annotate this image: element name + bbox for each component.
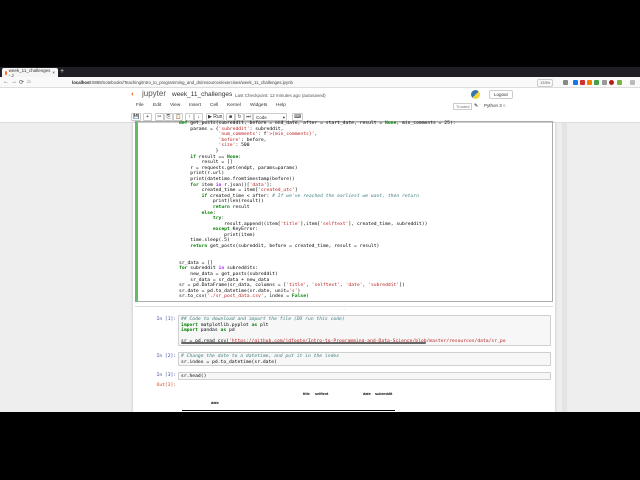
extension-icon[interactable] xyxy=(609,80,614,85)
code-editor[interactable]: def get_posts(subreddit, before = end_da… xyxy=(179,121,456,300)
url-host: localhost xyxy=(72,80,91,85)
restart-button[interactable]: ↻ xyxy=(235,113,244,121)
code-input[interactable]: sr.head() xyxy=(178,372,551,380)
chevron-down-icon: ▾ xyxy=(282,115,285,120)
url-bar[interactable]: localhost:8888/notebooks/Teaching/Intro_… xyxy=(72,79,492,86)
edit-pencil-icon[interactable]: ✎ xyxy=(474,103,478,109)
restart-run-all-button[interactable]: ⏭ xyxy=(244,113,253,121)
close-tab-icon[interactable]: × xyxy=(52,70,55,75)
cut-button[interactable]: ✂ xyxy=(155,113,164,121)
input-prompt: In [2]: xyxy=(156,354,176,359)
column-header-date: date xyxy=(363,392,371,396)
move-up-button[interactable]: ↑ xyxy=(185,113,194,121)
paste-button[interactable]: 📋 xyxy=(173,113,184,121)
home-button[interactable]: ⌂ xyxy=(27,79,31,85)
copy-button[interactable]: ⎘ xyxy=(164,113,173,121)
menu-file[interactable]: File xyxy=(136,103,144,108)
extension-icon[interactable] xyxy=(594,80,599,85)
move-down-button[interactable]: ↓ xyxy=(194,113,203,121)
output-prompt: Out[3]: xyxy=(156,383,176,388)
code-cell-selected[interactable]: def get_posts(subreddit, before = end_da… xyxy=(135,121,553,302)
code-cell-1[interactable]: In [1]: ## Code to download and import t… xyxy=(135,314,553,347)
logout-button[interactable]: Logout xyxy=(489,90,513,99)
extension-icon[interactable] xyxy=(617,80,622,85)
command-palette-button[interactable]: ⌨ xyxy=(292,113,304,121)
jupyter-logo-icon[interactable]: ◐ xyxy=(131,90,139,99)
vertical-scrollbar[interactable] xyxy=(562,123,567,412)
code-input[interactable]: # Change the date to a datetime, and put… xyxy=(178,352,551,366)
code-input[interactable]: ## Code to download and import the file … xyxy=(178,315,551,346)
input-prompt: In [3]: xyxy=(156,373,176,378)
interrupt-button[interactable]: ■ xyxy=(226,113,235,121)
jupyter-header: ◐ jupyter week_11_challenges Last Checkp… xyxy=(0,88,640,101)
notebook-container: def get_posts(subreddit, before = end_da… xyxy=(133,121,555,412)
kernel-name: Python 3 xyxy=(484,103,502,108)
url-path: :8888/notebooks/Teaching/Intro_to_progra… xyxy=(90,80,293,85)
menu-bar: File Edit View Insert Cell Kernel Widget… xyxy=(0,101,640,112)
back-button[interactable]: ← xyxy=(3,79,9,85)
table-divider xyxy=(182,410,395,411)
insert-cell-button[interactable]: + xyxy=(143,113,152,121)
new-tab-button[interactable]: + xyxy=(60,68,64,75)
code-cell-3[interactable]: In [3]: sr.head() Out[3]: title selftext… xyxy=(135,371,553,412)
column-header-title: title xyxy=(303,392,310,396)
nav-bar: ← → ⟳ ⌂ localhost:8888/notebooks/Teachin… xyxy=(0,77,640,88)
cell-type-select[interactable]: Code ▾ xyxy=(253,113,287,121)
cell-type-value: Code xyxy=(256,115,267,120)
code-line: sr.head() xyxy=(181,374,207,379)
tab-bar: week_11_challenges - J × + xyxy=(0,67,640,78)
python-logo-icon xyxy=(471,90,480,99)
zoom-level[interactable]: 133% xyxy=(537,79,554,87)
extension-icon[interactable] xyxy=(573,80,578,85)
column-header-selftext: selftext xyxy=(315,392,329,396)
menu-insert[interactable]: Insert xyxy=(189,103,201,108)
horizontal-scrollbar[interactable] xyxy=(181,342,426,344)
menu-kernel[interactable]: Kernel xyxy=(227,103,241,108)
extension-icon[interactable] xyxy=(563,80,568,85)
kernel-indicator: Python 3 ○ xyxy=(484,103,506,108)
browser-tab[interactable]: week_11_challenges - J × xyxy=(2,67,58,78)
autosave-status: (autosaved) xyxy=(301,92,326,98)
trusted-badge[interactable]: Trusted xyxy=(453,103,473,110)
tab-title: week_11_challenges - J xyxy=(8,67,51,78)
extension-icon[interactable] xyxy=(602,80,607,85)
code-line: sr.to_csv('./sr_post_data.csv', index = … xyxy=(179,294,309,300)
menu-edit[interactable]: Edit xyxy=(153,103,161,108)
forward-button[interactable]: → xyxy=(11,79,17,85)
checkpoint-status: Last Checkpoint: 12 minutes ago (autosav… xyxy=(235,93,326,98)
extension-icon[interactable] xyxy=(580,80,585,85)
menu-help[interactable]: Help xyxy=(276,103,286,108)
notebook-name[interactable]: week_11_challenges xyxy=(172,91,232,98)
output-collapse-marker[interactable]: ... xyxy=(135,306,553,311)
menu-view[interactable]: View xyxy=(170,103,180,108)
index-header-date: date xyxy=(211,401,219,405)
input-prompt: In [1]: xyxy=(156,317,176,322)
run-button[interactable]: ▶ Run xyxy=(206,113,225,121)
menu-icon[interactable] xyxy=(630,80,635,85)
save-button[interactable]: 💾 xyxy=(131,113,142,121)
code-cell-2[interactable]: In [2]: # Change the date to a datetime,… xyxy=(135,351,553,367)
code-line: sr.index = pd.to_datetime(sr.date) xyxy=(181,359,277,365)
browser-window: week_11_challenges - J × + ← → ⟳ ⌂ localh… xyxy=(0,67,640,412)
reload-button[interactable]: ⟳ xyxy=(19,79,24,86)
jupyter-logo-text[interactable]: jupyter xyxy=(142,89,166,98)
menu-widgets[interactable]: Widgets xyxy=(250,103,267,108)
extension-icon[interactable] xyxy=(587,80,592,85)
checkpoint-text: Last Checkpoint: 12 minutes ago xyxy=(235,92,301,98)
column-header-subreddit: subreddit xyxy=(375,392,393,396)
jupyter-favicon-icon xyxy=(5,70,7,75)
menu-cell[interactable]: Cell xyxy=(210,103,218,108)
